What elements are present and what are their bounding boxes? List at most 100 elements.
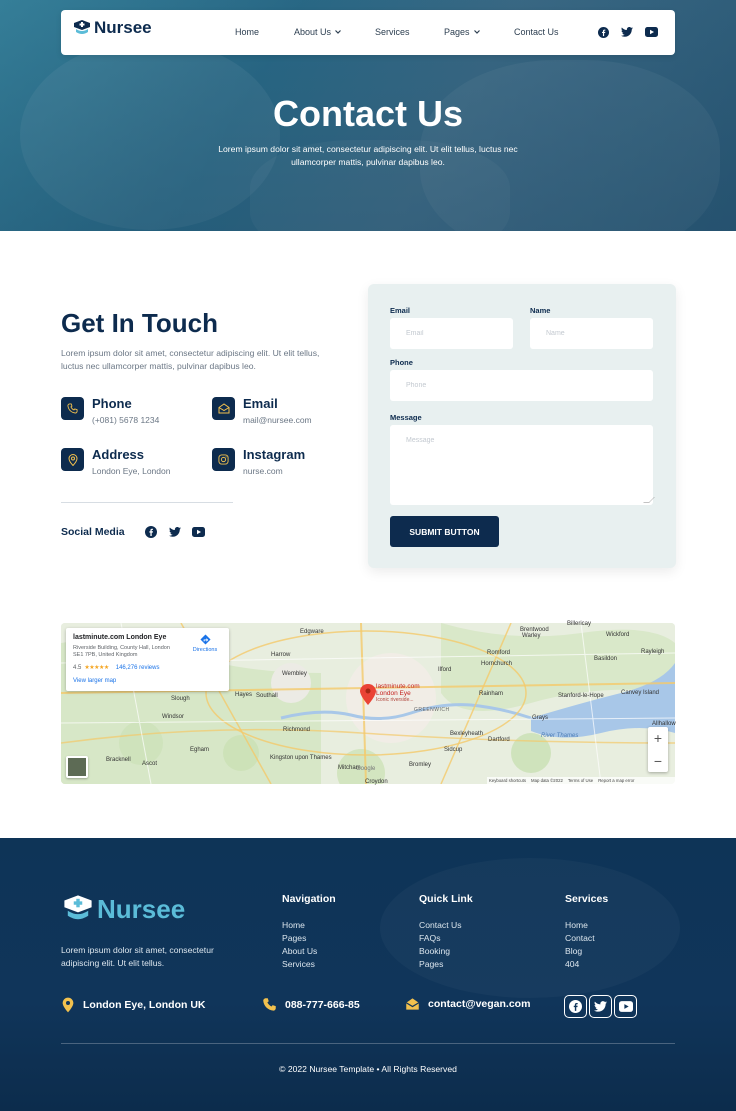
facebook-icon[interactable] xyxy=(144,525,157,538)
contact-phone: Phone (+081) 5678 1234 xyxy=(61,396,159,425)
top-navbar: Nursee Home About Us Services Pages Cont… xyxy=(61,10,675,55)
map-place-label: Richmond xyxy=(283,727,311,733)
footer-brand-name: Nursee xyxy=(97,893,186,924)
section-description: Lorem ipsum dolor sit amet, consectetur … xyxy=(61,348,320,371)
map-place-label: Wembley xyxy=(282,671,307,677)
phone-field[interactable] xyxy=(390,370,653,401)
email-field[interactable] xyxy=(390,318,513,349)
brand-logo[interactable]: Nursee xyxy=(72,18,152,38)
contact-address: Address London Eye, London xyxy=(61,447,170,476)
keyboard-shortcuts-link[interactable]: Keyboard shortcuts xyxy=(489,778,526,783)
mail-icon xyxy=(212,397,235,420)
twitter-icon[interactable] xyxy=(168,525,181,538)
reviews-link[interactable]: 146,276 reviews xyxy=(116,665,160,671)
nav-home[interactable]: Home xyxy=(235,27,259,37)
map-place-card: lastminute.com London Eye Riverside Buil… xyxy=(66,628,229,691)
map-place-label: Warley xyxy=(522,633,541,639)
name-label: Name xyxy=(530,306,551,315)
footer-link[interactable]: Home xyxy=(565,920,588,930)
footer-email-text[interactable]: contact@vegan.com xyxy=(428,998,530,1010)
map-place-label: Bracknell xyxy=(106,757,131,763)
contact-label: Address xyxy=(92,447,145,462)
footer-link[interactable]: Contact xyxy=(565,933,595,943)
footer-link[interactable]: About Us xyxy=(282,946,317,956)
view-larger-map-link[interactable]: View larger map xyxy=(73,678,116,684)
footer-link[interactable]: Home xyxy=(282,920,305,930)
map-place-label: Billericay xyxy=(567,621,592,627)
chevron-down-icon xyxy=(335,30,341,34)
contact-value[interactable]: mail@nursee.com xyxy=(243,415,312,425)
contact-value: (+081) 5678 1234 xyxy=(92,415,160,425)
pin-label-line: London Eye xyxy=(376,690,411,697)
page-title: Contact Us xyxy=(272,93,464,134)
nav-contact-label: Contact Us xyxy=(514,27,559,37)
footer-link[interactable]: Pages xyxy=(282,933,306,943)
contact-label: Instagram xyxy=(243,447,306,462)
terms-link[interactable]: Terms of Use xyxy=(568,778,593,783)
phone-label: Phone xyxy=(390,358,413,367)
directions-button[interactable]: Directions xyxy=(188,634,222,653)
facebook-icon[interactable] xyxy=(564,995,587,1018)
zoom-in-button[interactable]: + xyxy=(648,727,668,749)
footer-phone-text[interactable]: 088-777-666-85 xyxy=(285,999,360,1011)
footer-link[interactable]: FAQs xyxy=(419,933,441,943)
hero-subtitle: Lorem ipsum dolor sit amet, consectetur … xyxy=(218,144,518,167)
name-field[interactable] xyxy=(530,318,653,349)
twitter-icon[interactable] xyxy=(589,995,612,1018)
map-place-label: Canvey Island xyxy=(621,690,660,696)
report-error-link[interactable]: Report a map error xyxy=(598,778,634,783)
map-place-label: Bromley xyxy=(409,762,432,768)
contact-value[interactable]: nurse.com xyxy=(243,466,305,476)
nav-about-label: About Us xyxy=(294,27,332,37)
footer-link[interactable]: 404 xyxy=(565,959,579,969)
place-title: lastminute.com London Eye xyxy=(73,634,167,641)
submit-button[interactable]: SUBMIT BUTTON xyxy=(390,516,499,547)
footer-link[interactable]: Blog xyxy=(565,946,582,956)
footer-link[interactable]: Services xyxy=(282,959,315,969)
map-place-label: Romford xyxy=(487,650,511,656)
divider xyxy=(61,502,233,503)
message-field[interactable] xyxy=(390,425,653,505)
facebook-icon[interactable] xyxy=(596,25,610,39)
map-place-label: Rainham xyxy=(479,691,504,697)
map-place-label: GREENWICH xyxy=(414,707,450,713)
map-place-label: Harrow xyxy=(271,652,291,658)
place-rating: 4.5 ★★★★★ 146,276 reviews xyxy=(73,664,160,672)
contact-value: London Eye, London xyxy=(92,466,171,476)
map-place-label: Ascot xyxy=(142,761,158,767)
map-place-label: Edgware xyxy=(300,629,324,635)
youtube-icon[interactable] xyxy=(644,25,658,39)
footer-link[interactable]: Contact Us xyxy=(419,920,462,930)
nurse-cap-icon xyxy=(74,20,90,34)
phone-icon xyxy=(61,397,84,420)
footer-column-title: Quick Link xyxy=(419,893,473,905)
map-place-label: Ilford xyxy=(438,667,452,673)
brand-name: Nursee xyxy=(94,18,152,37)
place-address: Riverside Building, County Hall, London … xyxy=(73,645,170,658)
footer-link[interactable]: Booking xyxy=(419,946,450,956)
location-pin-icon xyxy=(61,448,84,471)
map-place-label: Rayleigh xyxy=(641,649,665,655)
footer-address-text: London Eye, London UK xyxy=(83,999,206,1011)
nav-services[interactable]: Services xyxy=(375,27,410,37)
twitter-icon[interactable] xyxy=(620,25,634,39)
footer-logo[interactable]: Nursee xyxy=(61,893,185,925)
nav-contact-us[interactable]: Contact Us xyxy=(514,27,559,37)
zoom-out-button[interactable]: − xyxy=(648,750,668,772)
social-media-label: Social Media xyxy=(61,526,125,538)
map-place-label: Southall xyxy=(256,693,278,699)
youtube-icon[interactable] xyxy=(192,525,205,538)
message-label: Message xyxy=(390,413,422,422)
copyright-text: © 2022 Nursee Template • All Rights Rese… xyxy=(279,1064,457,1074)
footer-link[interactable]: Pages xyxy=(419,959,443,969)
nav-home-label: Home xyxy=(235,27,260,37)
chevron-down-icon xyxy=(473,30,480,34)
phone-icon xyxy=(263,998,276,1011)
map-place-label: Wickford xyxy=(606,632,630,638)
nav-pages[interactable]: Pages xyxy=(444,27,480,37)
youtube-icon[interactable] xyxy=(614,995,637,1018)
rating-value: 4.5 xyxy=(73,664,82,671)
nav-about-us[interactable]: About Us xyxy=(294,27,341,37)
map-satellite-toggle[interactable] xyxy=(66,756,88,778)
map-place-label: Sidcup xyxy=(444,747,463,753)
